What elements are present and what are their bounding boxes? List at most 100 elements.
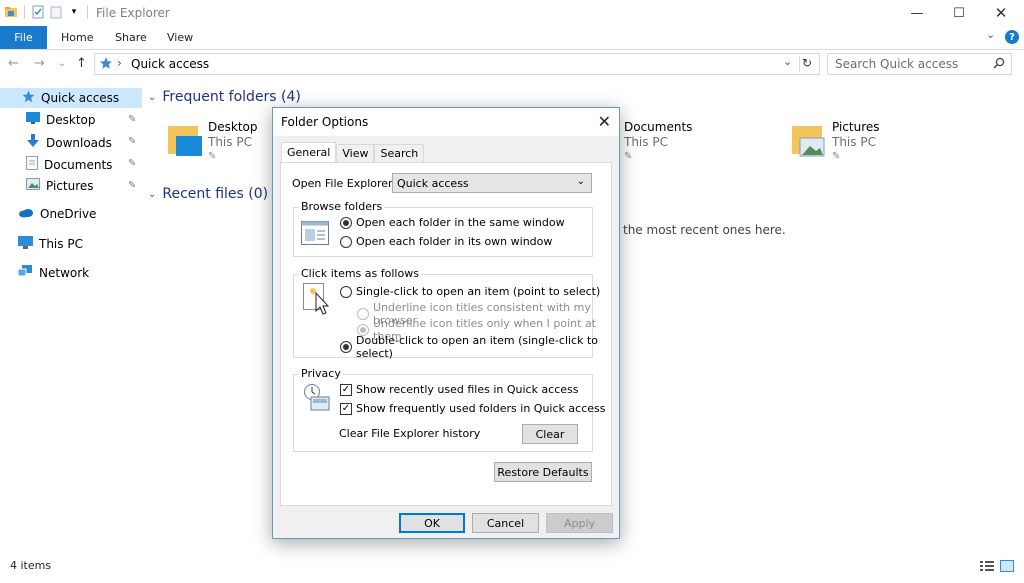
recent-locations-icon[interactable]: ⌄ bbox=[58, 58, 66, 69]
apply-button[interactable]: Apply bbox=[546, 513, 613, 533]
window-title: File Explorer bbox=[96, 6, 170, 20]
frequent-folders-header[interactable]: ⌄ Frequent folders (4) bbox=[148, 89, 301, 105]
maximize-button[interactable]: ☐ bbox=[936, 0, 982, 26]
tab-view-options[interactable]: View bbox=[336, 144, 375, 162]
tab-home[interactable]: Home bbox=[61, 31, 93, 44]
sidebar-item-onedrive[interactable]: OneDrive bbox=[18, 207, 96, 221]
sidebar-item-downloads[interactable]: Downloads bbox=[26, 134, 112, 151]
clear-history-label: Clear File Explorer history bbox=[339, 427, 481, 440]
tab-general[interactable]: General bbox=[281, 142, 337, 162]
refresh-icon[interactable]: ↻ bbox=[802, 56, 812, 70]
tab-view[interactable]: View bbox=[167, 31, 193, 44]
large-icons-view-icon[interactable] bbox=[1000, 560, 1014, 575]
group-label: Privacy bbox=[299, 367, 343, 380]
group-heading: Frequent folders (4) bbox=[162, 89, 301, 105]
search-input[interactable]: Search Quick access bbox=[827, 53, 1012, 75]
folder-options-dialog: Folder Options ✕ General View Search Ope… bbox=[272, 107, 620, 539]
sidebar-item-label: Network bbox=[39, 266, 90, 280]
up-arrow-icon[interactable]: ↑ bbox=[76, 56, 87, 71]
cancel-button[interactable]: Cancel bbox=[472, 513, 539, 533]
show-recent-files-checkbox[interactable]: ✓ Show recently used files in Quick acce… bbox=[340, 383, 579, 396]
breadcrumb-separator: › bbox=[117, 56, 122, 70]
chevron-down-icon: ⌄ bbox=[148, 188, 157, 200]
sidebar-item-desktop[interactable]: Desktop bbox=[26, 112, 96, 127]
option-label: Open each folder in its own window bbox=[356, 235, 553, 248]
recent-files-header[interactable]: ⌄ Recent files (0) bbox=[148, 186, 268, 202]
expand-ribbon-icon[interactable]: ⌄ bbox=[986, 28, 995, 41]
pictures-icon bbox=[26, 178, 40, 193]
radio-selected[interactable] bbox=[340, 341, 352, 353]
tab-search-options[interactable]: Search bbox=[374, 144, 425, 162]
dialog-close-button[interactable]: ✕ bbox=[598, 112, 611, 131]
checkbox-checked[interactable]: ✓ bbox=[340, 383, 352, 396]
sidebar-item-quick-access[interactable]: Quick access bbox=[0, 88, 142, 108]
folder-name: Pictures bbox=[832, 120, 880, 134]
double-click-option[interactable]: Double-click to open an item (single-cli… bbox=[340, 334, 611, 360]
radio-unselected[interactable] bbox=[340, 285, 352, 298]
sidebar-item-label: Desktop bbox=[46, 112, 96, 127]
computer-icon bbox=[18, 236, 33, 252]
folder-location: This PC bbox=[832, 135, 876, 149]
cloud-icon bbox=[18, 207, 34, 221]
back-arrow-icon[interactable]: ← bbox=[8, 56, 19, 71]
help-icon[interactable]: ? bbox=[1005, 30, 1019, 44]
group-heading: Recent files (0) bbox=[162, 186, 269, 202]
minimize-button[interactable]: — bbox=[894, 0, 940, 26]
sidebar-item-label: This PC bbox=[39, 237, 83, 251]
same-window-option[interactable]: Open each folder in the same window bbox=[340, 216, 565, 229]
radio-selected[interactable] bbox=[340, 216, 352, 229]
window-layout-icon bbox=[301, 221, 329, 248]
tab-share[interactable]: Share bbox=[115, 31, 147, 44]
address-dropdown-icon[interactable]: ⌄ bbox=[783, 55, 792, 68]
single-click-option[interactable]: Single-click to open an item (point to s… bbox=[340, 285, 600, 298]
dialog-title: Folder Options bbox=[281, 115, 369, 129]
ok-button[interactable]: OK bbox=[399, 513, 465, 533]
forward-arrow-icon[interactable]: → bbox=[34, 56, 45, 71]
folder-location: This PC bbox=[624, 135, 668, 149]
dialog-title-bar: Folder Options ✕ bbox=[273, 108, 619, 136]
group-label: Browse folders bbox=[299, 200, 385, 213]
sidebar-item-documents[interactable]: Documents bbox=[26, 156, 112, 173]
quick-access-toolbar: ▾ bbox=[4, 5, 90, 19]
folder-tile-pictures[interactable]: Pictures This PC ✎ bbox=[790, 118, 990, 168]
recent-files-hint: the most recent ones here. bbox=[623, 223, 786, 237]
navigation-pane: Quick access Desktop ✎ Downloads ✎ Docum… bbox=[0, 86, 142, 556]
pictures-folder-icon bbox=[790, 122, 828, 163]
folder-location: This PC bbox=[208, 135, 252, 149]
sidebar-item-label: Downloads bbox=[46, 135, 112, 150]
checkbox-checked[interactable]: ✓ bbox=[340, 402, 352, 415]
browse-folders-group bbox=[293, 207, 593, 257]
option-label: Show frequently used folders in Quick ac… bbox=[356, 402, 606, 415]
breadcrumb-location[interactable]: Quick access bbox=[131, 57, 209, 71]
restore-defaults-button[interactable]: Restore Defaults bbox=[494, 462, 592, 482]
desktop-folder-icon bbox=[166, 122, 204, 163]
pin-icon: ✎ bbox=[128, 136, 137, 147]
properties-icon[interactable] bbox=[31, 5, 45, 19]
status-bar: 4 items bbox=[0, 556, 1024, 583]
sidebar-item-network[interactable]: Network bbox=[17, 265, 90, 281]
radio-unselected[interactable] bbox=[340, 235, 352, 248]
customize-toolbar-icon[interactable]: ▾ bbox=[67, 5, 81, 19]
own-window-option[interactable]: Open each folder in its own window bbox=[340, 235, 552, 248]
item-count: 4 items bbox=[10, 559, 52, 572]
option-label: Show recently used files in Quick access bbox=[356, 383, 579, 396]
new-folder-icon[interactable] bbox=[49, 5, 63, 19]
sidebar-item-this-pc[interactable]: This PC bbox=[18, 236, 83, 252]
tab-file[interactable]: File bbox=[0, 26, 47, 49]
show-frequent-folders-checkbox[interactable]: ✓ Show frequently used folders in Quick … bbox=[340, 402, 605, 415]
chevron-down-icon: ⌄ bbox=[576, 176, 585, 187]
click-cursor-icon bbox=[303, 283, 330, 318]
search-icon bbox=[993, 57, 1005, 72]
address-bar[interactable]: › Quick access ⌄ ↻ bbox=[94, 53, 820, 75]
history-clock-icon bbox=[303, 383, 331, 414]
details-view-icon[interactable] bbox=[980, 560, 994, 575]
pin-icon: ✎ bbox=[624, 151, 633, 162]
open-explorer-select[interactable]: Quick access ⌄ bbox=[392, 173, 592, 193]
sidebar-item-label: Quick access bbox=[41, 91, 120, 105]
folder-name: Documents bbox=[624, 120, 693, 134]
close-button[interactable]: ✕ bbox=[978, 0, 1024, 26]
sidebar-item-pictures[interactable]: Pictures bbox=[26, 178, 94, 193]
clear-history-button[interactable]: Clear bbox=[522, 424, 578, 444]
folder-app-icon bbox=[4, 5, 18, 19]
download-icon bbox=[26, 134, 40, 151]
